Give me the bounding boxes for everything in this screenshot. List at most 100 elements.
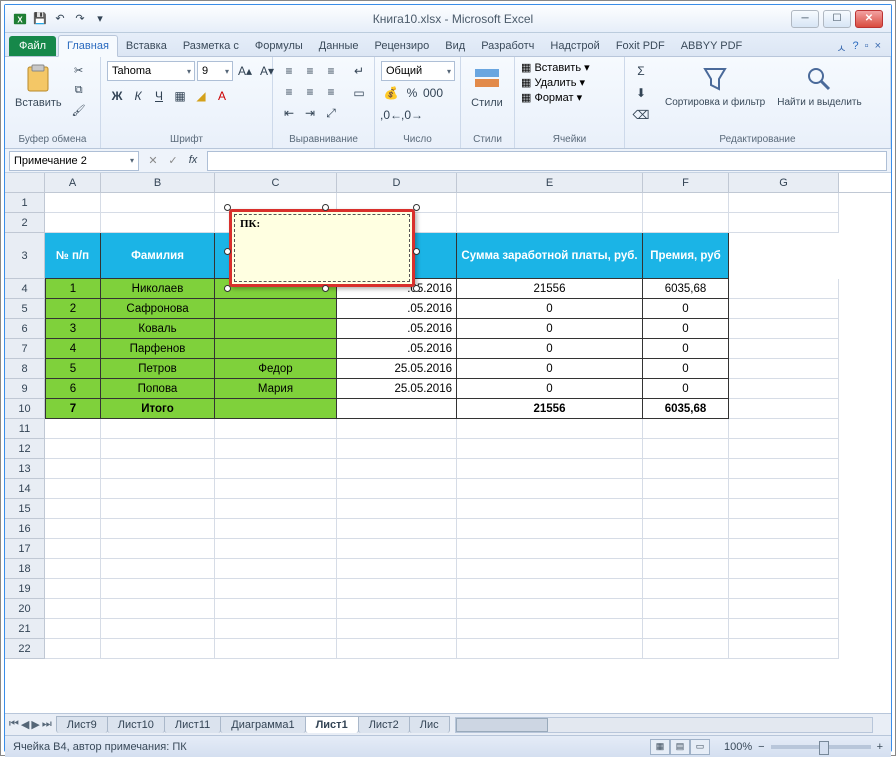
prev-sheet-icon[interactable]: ◀ [21, 718, 29, 731]
tab-view[interactable]: Вид [437, 36, 473, 56]
qat-dropdown-icon[interactable]: ▾ [91, 10, 109, 28]
row-header[interactable]: 9 [5, 379, 45, 399]
worksheet-grid[interactable]: A B C D E F G 1 2 3 № п/п Фамилия Дата С… [5, 173, 891, 713]
sheet-tab[interactable]: Лист11 [164, 716, 221, 733]
merge-icon[interactable]: ▭ [349, 83, 369, 103]
col-header[interactable]: B [101, 173, 215, 192]
table-header[interactable]: Сумма заработной платы, руб. [457, 233, 643, 279]
row-header[interactable]: 8 [5, 359, 45, 379]
tab-addins[interactable]: Надстрой [542, 36, 607, 56]
decrease-indent-icon[interactable]: ⇤ [279, 103, 299, 123]
underline-button[interactable]: Ч [149, 86, 169, 106]
maximize-button[interactable]: ☐ [823, 10, 851, 28]
doc-close-icon[interactable]: × [875, 40, 881, 56]
clear-icon[interactable]: ⌫ [631, 105, 651, 125]
increase-font-icon[interactable]: A▴ [235, 61, 255, 81]
tab-data[interactable]: Данные [311, 36, 367, 56]
comma-icon[interactable]: 000 [423, 83, 443, 103]
page-layout-view-icon[interactable]: ▤ [670, 739, 690, 755]
format-painter-icon[interactable]: 🖌 [70, 101, 88, 119]
next-sheet-icon[interactable]: ▶ [31, 718, 39, 731]
border-button[interactable]: ▦ [170, 86, 190, 106]
find-select-button[interactable]: Найти и выделить [773, 61, 865, 110]
row-header[interactable]: 4 [5, 279, 45, 299]
align-top-icon[interactable]: ≡ [279, 61, 299, 81]
row-header[interactable]: 20 [5, 599, 45, 619]
enter-formula-icon[interactable]: ✓ [163, 154, 183, 167]
table-header[interactable]: Фамилия [101, 233, 215, 279]
row-header[interactable]: 18 [5, 559, 45, 579]
horizontal-scrollbar[interactable] [455, 717, 873, 733]
row-header[interactable]: 2 [5, 213, 45, 233]
increase-decimal-icon[interactable]: ,0← [381, 105, 401, 125]
sheet-tab[interactable]: Диаграмма1 [220, 716, 305, 733]
cut-icon[interactable]: ✂ [70, 61, 88, 79]
zoom-slider[interactable] [771, 745, 871, 749]
styles-button[interactable]: Стили [467, 61, 507, 111]
font-name-combo[interactable]: Tahoma [107, 61, 195, 81]
orientation-icon[interactable]: ⤢ [321, 103, 341, 123]
close-button[interactable]: ✕ [855, 10, 883, 28]
delete-cells-button[interactable]: ▦ Удалить ▾ [521, 76, 590, 89]
tab-layout[interactable]: Разметка с [175, 36, 247, 56]
tab-formulas[interactable]: Формулы [247, 36, 311, 56]
sheet-tab[interactable]: Лист9 [56, 716, 108, 733]
cancel-formula-icon[interactable]: ✕ [143, 154, 163, 167]
fill-color-button[interactable]: ◢ [191, 86, 211, 106]
tab-foxit[interactable]: Foxit PDF [608, 36, 673, 56]
row-header[interactable]: 21 [5, 619, 45, 639]
formula-input[interactable] [207, 151, 887, 171]
row-header[interactable]: 5 [5, 299, 45, 319]
normal-view-icon[interactable]: ▦ [650, 739, 670, 755]
wrap-text-icon[interactable]: ↵ [349, 61, 369, 81]
percent-icon[interactable]: % [402, 83, 422, 103]
row-header[interactable]: 10 [5, 399, 45, 419]
file-tab[interactable]: Файл [9, 36, 56, 56]
sheet-tab[interactable]: Лис [409, 716, 450, 733]
redo-icon[interactable]: ↷ [71, 10, 89, 28]
row-header[interactable]: 7 [5, 339, 45, 359]
name-box[interactable]: Примечание 2 [9, 151, 139, 171]
row-header[interactable]: 3 [5, 233, 45, 279]
row-header[interactable]: 11 [5, 419, 45, 439]
undo-icon[interactable]: ↶ [51, 10, 69, 28]
comment-box[interactable]: ПК: [229, 209, 415, 287]
bold-button[interactable]: Ж [107, 86, 127, 106]
align-bottom-icon[interactable]: ≡ [321, 61, 341, 81]
tab-developer[interactable]: Разработч [473, 36, 542, 56]
increase-indent-icon[interactable]: ⇥ [300, 103, 320, 123]
col-header[interactable]: A [45, 173, 101, 192]
zoom-out-icon[interactable]: − [758, 741, 764, 753]
col-header[interactable]: F [643, 173, 729, 192]
row-header[interactable]: 13 [5, 459, 45, 479]
row-header[interactable]: 22 [5, 639, 45, 659]
row-header[interactable]: 12 [5, 439, 45, 459]
sheet-tab[interactable]: Лист10 [107, 716, 165, 733]
row-header[interactable]: 15 [5, 499, 45, 519]
fx-icon[interactable]: fx [183, 154, 203, 167]
save-icon[interactable]: 💾 [31, 10, 49, 28]
copy-icon[interactable]: ⧉ [70, 81, 88, 99]
tab-home[interactable]: Главная [58, 35, 118, 57]
tab-insert[interactable]: Вставка [118, 36, 175, 56]
insert-cells-button[interactable]: ▦ Вставить ▾ [521, 61, 590, 74]
minimize-ribbon-icon[interactable]: ㅅ [836, 40, 846, 56]
table-header[interactable]: Премия, руб [643, 233, 729, 279]
last-sheet-icon[interactable]: ⏭ [42, 718, 52, 731]
sheet-tab[interactable]: Лист2 [358, 716, 410, 733]
row-header[interactable]: 6 [5, 319, 45, 339]
sort-filter-button[interactable]: Сортировка и фильтр [661, 61, 769, 110]
font-size-combo[interactable]: 9 [197, 61, 233, 81]
tab-review[interactable]: Рецензиро [367, 36, 438, 56]
row-header[interactable]: 16 [5, 519, 45, 539]
col-header[interactable]: E [457, 173, 643, 192]
table-header[interactable]: № п/п [45, 233, 101, 279]
tab-abbyy[interactable]: ABBYY PDF [673, 36, 751, 56]
align-middle-icon[interactable]: ≡ [300, 61, 320, 81]
row-header[interactable]: 17 [5, 539, 45, 559]
paste-button[interactable]: Вставить [11, 61, 66, 111]
first-sheet-icon[interactable]: ⏮ [9, 718, 19, 731]
col-header[interactable]: D [337, 173, 457, 192]
zoom-in-icon[interactable]: + [877, 741, 883, 753]
minimize-button[interactable]: ─ [791, 10, 819, 28]
